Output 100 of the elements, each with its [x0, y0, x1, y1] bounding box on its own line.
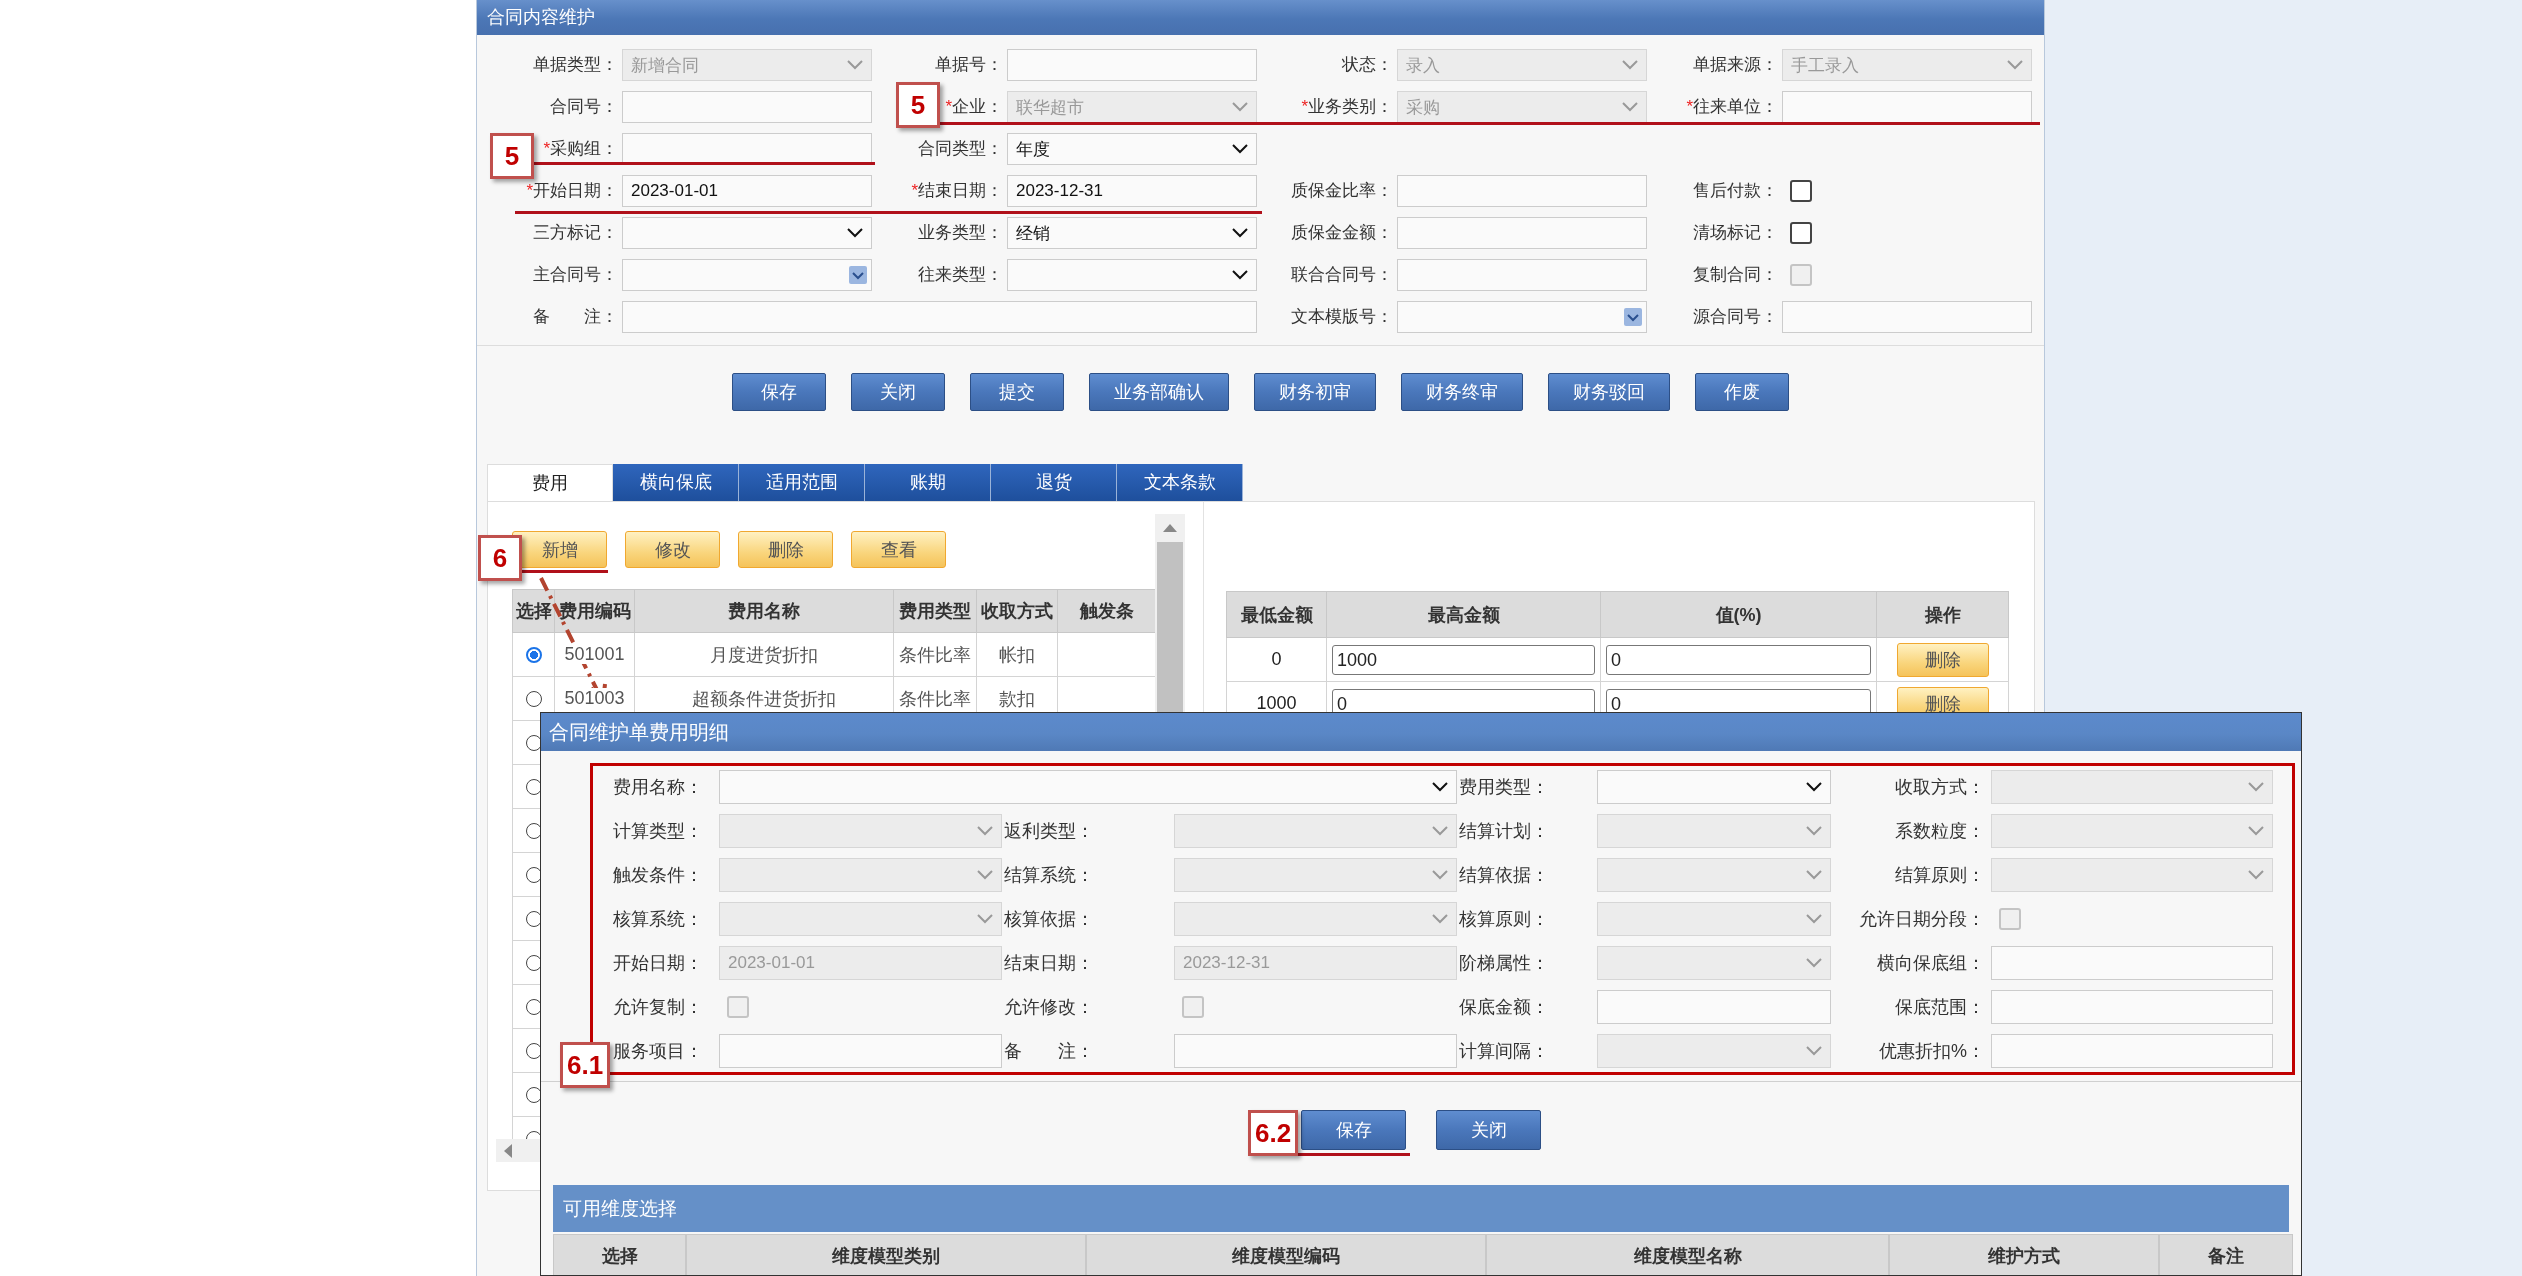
table-cell: 条件比率	[899, 644, 971, 665]
input-field[interactable]	[622, 133, 872, 165]
field-label: 核算系统：	[612, 908, 703, 931]
dialog-button[interactable]: 关闭	[1436, 1110, 1541, 1150]
input-field[interactable]	[1782, 301, 2032, 333]
action-button[interactable]: 业务部确认	[1089, 373, 1229, 411]
tab[interactable]: 费用	[487, 464, 613, 501]
up-arrow-icon	[1163, 524, 1177, 532]
toolbar-button[interactable]: 删除	[738, 531, 833, 568]
action-button[interactable]: 财务初审	[1254, 373, 1376, 411]
radio-button[interactable]	[525, 647, 542, 664]
radio-button[interactable]	[525, 1043, 542, 1060]
dialog-button[interactable]: 保存	[1301, 1110, 1406, 1150]
input-field[interactable]	[719, 1034, 1002, 1068]
input-field[interactable]	[1007, 49, 1257, 81]
radio-button[interactable]	[525, 911, 542, 928]
input-field[interactable]: 0	[1606, 644, 1871, 675]
chevron-down-icon	[1432, 826, 1448, 836]
field-label: 收取方式：	[1894, 776, 1986, 799]
field-label: 优惠折扣%：	[1878, 1040, 1986, 1063]
toolbar-button[interactable]: 修改	[625, 531, 720, 568]
radio-button[interactable]	[525, 823, 542, 840]
input-field[interactable]	[1174, 1034, 1457, 1068]
radio-button[interactable]	[525, 867, 542, 884]
chevron-down-icon	[977, 826, 993, 836]
radio-button[interactable]	[525, 779, 542, 796]
input-field[interactable]	[1991, 946, 2273, 980]
dropdown[interactable]	[1007, 259, 1257, 291]
radio-button[interactable]	[525, 1087, 542, 1104]
table-cell: 月度进货折扣	[710, 644, 818, 665]
field-label: 业务类型：	[918, 222, 1004, 244]
radio-button[interactable]	[525, 955, 542, 972]
input-field[interactable]	[622, 301, 1257, 333]
field-label: 核算依据：	[1003, 908, 1094, 931]
input-field[interactable]	[1597, 990, 1831, 1024]
checkbox[interactable]	[1790, 222, 1812, 244]
field-label: 源合同号：	[1693, 306, 1779, 328]
chevron-down-icon	[1232, 102, 1248, 112]
dropdown[interactable]	[1597, 770, 1831, 804]
chevron-down-icon	[847, 60, 863, 70]
table-cell: 0	[1226, 637, 1327, 682]
action-button[interactable]: 财务驳回	[1548, 373, 1670, 411]
column-header: 维度模型编码	[1086, 1234, 1486, 1275]
field-label: 合同类型：	[918, 138, 1004, 160]
field-label: 售后付款：	[1693, 180, 1779, 202]
radio-button[interactable]	[525, 735, 542, 752]
toolbar-button[interactable]: 查看	[851, 531, 946, 568]
input-field[interactable]	[1397, 175, 1647, 207]
combo-field[interactable]	[622, 259, 872, 291]
action-button[interactable]: 保存	[732, 373, 826, 411]
tab[interactable]: 横向保底	[613, 464, 739, 501]
step-badge: 6.2	[1248, 1110, 1299, 1156]
chevron-down-icon	[1806, 958, 1822, 968]
input-field[interactable]	[622, 91, 872, 123]
tab[interactable]: 适用范围	[739, 464, 865, 501]
dialog-title: 合同维护单费用明细	[541, 713, 2301, 751]
tab[interactable]: 文本条款	[1117, 464, 1243, 501]
combo-field[interactable]	[1397, 301, 1647, 333]
input-field[interactable]: 2023-12-31	[1007, 175, 1257, 207]
field-label: 结算系统：	[1003, 864, 1094, 887]
action-button[interactable]: 关闭	[851, 373, 945, 411]
field-label: 复制合同：	[1693, 264, 1779, 286]
dropdown[interactable]: 经销	[1007, 217, 1257, 249]
input-field[interactable]	[1397, 259, 1647, 291]
field-label: 三方标记：	[533, 222, 619, 244]
input-field[interactable]	[1397, 217, 1647, 249]
input-field[interactable]	[1991, 990, 2273, 1024]
delete-button[interactable]: 删除	[1896, 642, 1989, 677]
dropdown[interactable]: 年度	[1007, 133, 1257, 165]
step-badge: 5	[490, 133, 534, 179]
table-cell: 501001	[564, 644, 625, 664]
table-cell: 501003	[564, 688, 625, 708]
tab[interactable]: 退货	[991, 464, 1117, 501]
radio-button[interactable]	[525, 691, 542, 708]
field-label: *企业：	[945, 96, 1004, 118]
action-button[interactable]: 作废	[1695, 373, 1789, 411]
input-field[interactable]	[1782, 91, 2032, 123]
chevron-down-icon	[1806, 782, 1822, 792]
field-label: *采购组：	[543, 138, 619, 160]
field-label: 备 注：	[533, 306, 619, 328]
field-label: 单据类型：	[533, 54, 619, 76]
tab[interactable]: 账期	[865, 464, 991, 501]
step-badge: 6	[478, 535, 522, 581]
field-label: 主合同号：	[533, 264, 619, 286]
checkbox[interactable]	[1790, 180, 1812, 202]
dropdown[interactable]	[622, 217, 872, 249]
input-field[interactable]: 2023-01-01	[622, 175, 872, 207]
action-button[interactable]: 提交	[970, 373, 1064, 411]
field-label: *开始日期：	[526, 180, 619, 202]
toolbar-button[interactable]: 新增	[512, 531, 607, 568]
column-header: 维护方式	[1889, 1234, 2159, 1275]
chevron-down-icon	[2248, 870, 2264, 880]
column-header: 最低金额	[1226, 591, 1327, 638]
radio-button[interactable]	[525, 999, 542, 1016]
input-field[interactable]: 1000	[1332, 644, 1595, 675]
field-label: 允许日期分段：	[1858, 908, 1986, 931]
field-label: 质保金金额：	[1291, 222, 1394, 244]
dropdown[interactable]	[719, 770, 1457, 804]
input-field[interactable]	[1991, 1034, 2273, 1068]
action-button[interactable]: 财务终审	[1401, 373, 1523, 411]
